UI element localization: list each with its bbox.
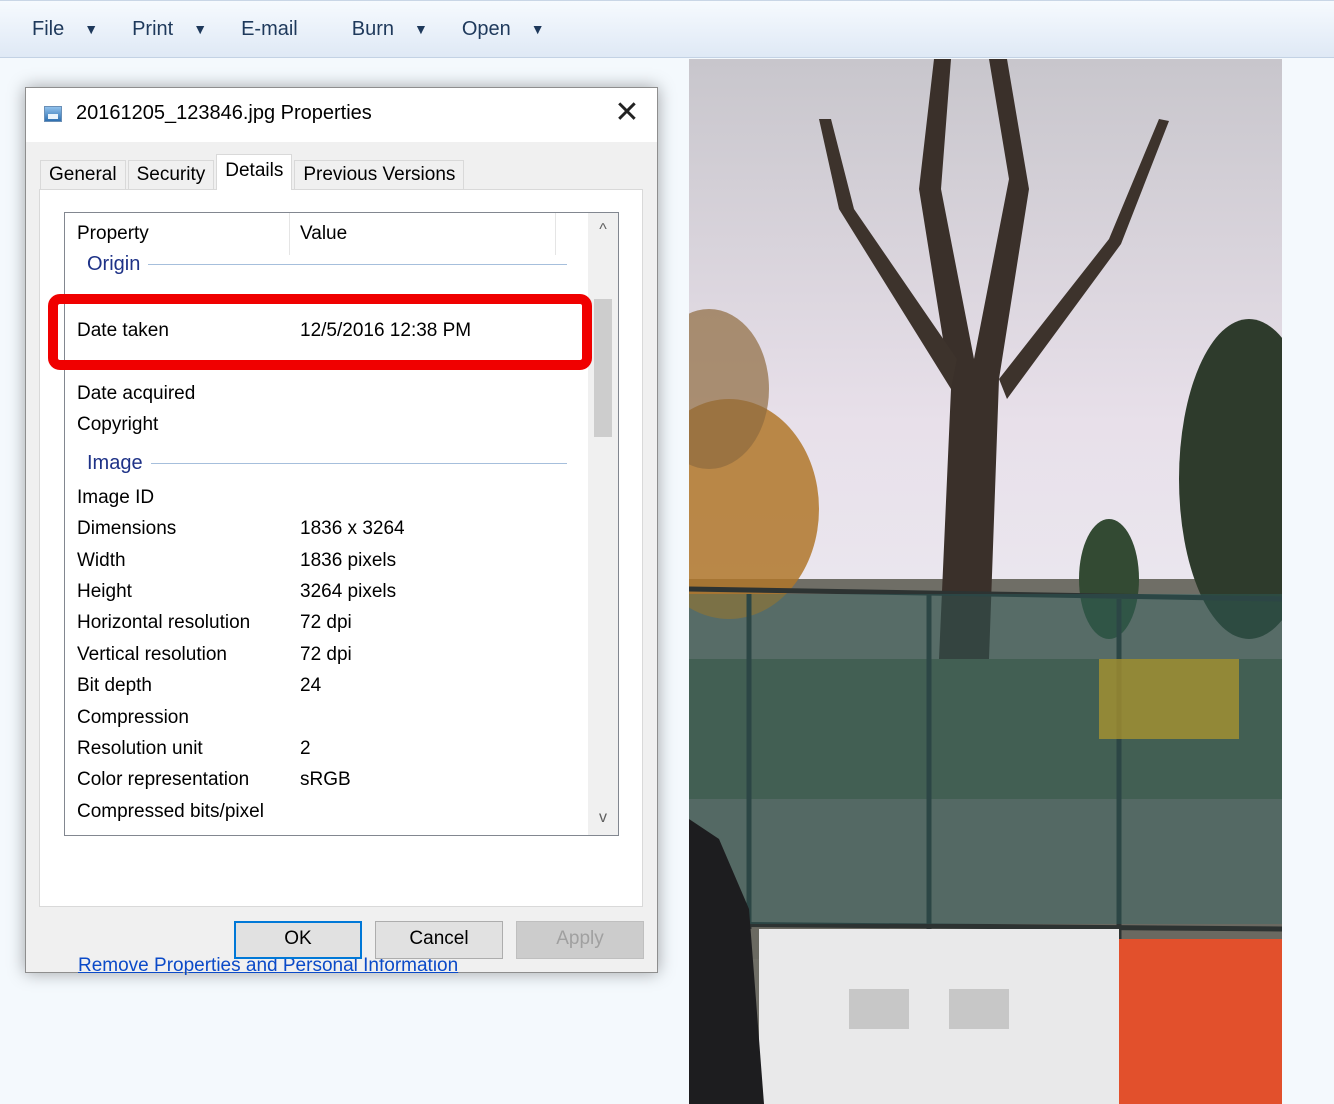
apply-button[interactable]: Apply <box>516 921 644 959</box>
open-menu-label: Open <box>461 17 511 40</box>
property-row[interactable]: Horizontal resolution 72 dpi <box>77 612 577 642</box>
property-row[interactable]: Color representation sRGB <box>77 769 577 799</box>
photo-scene <box>689 59 1282 1104</box>
property-name: Date acquired <box>77 383 196 404</box>
email-button[interactable]: E-mail <box>239 9 300 49</box>
property-name: Bit depth <box>77 675 152 696</box>
chevron-down-icon: ▼ <box>414 21 428 37</box>
property-value: 1836 pixels <box>300 550 397 571</box>
property-name: Image ID <box>77 487 155 508</box>
property-row[interactable]: Compressed bits/pixel <box>77 801 577 831</box>
property-row[interactable]: Image ID <box>77 487 577 517</box>
property-row[interactable]: Dimensions 1836 x 3264 <box>77 518 577 548</box>
photo-preview <box>689 59 1282 1104</box>
property-list[interactable]: Property Value Origin Date taken 12/5/20… <box>64 212 619 836</box>
property-value: 72 dpi <box>300 644 352 665</box>
dialog-titlebar: 20161205_123846.jpg Properties ✕ <box>26 88 657 142</box>
file-menu-button[interactable]: File ▼ <box>30 9 100 49</box>
property-row[interactable]: Height 3264 pixels <box>77 581 577 611</box>
property-row[interactable]: Resolution unit 2 <box>77 738 577 768</box>
column-header-property[interactable]: Property <box>77 223 149 245</box>
chevron-down-icon: ▼ <box>530 21 545 37</box>
burn-menu-button[interactable]: Burn ▼ <box>350 9 430 49</box>
tab-general[interactable]: General <box>40 160 126 190</box>
property-name: Dimensions <box>77 518 177 539</box>
property-row[interactable]: Compression <box>77 707 577 737</box>
property-row[interactable]: Bit depth 24 <box>77 675 577 705</box>
property-row[interactable]: Copyright <box>77 414 577 444</box>
property-value: 3264 pixels <box>300 581 397 602</box>
property-name: Height <box>77 581 132 602</box>
property-row[interactable]: Date acquired <box>77 383 577 413</box>
property-row[interactable]: Vertical resolution 72 dpi <box>77 644 577 674</box>
tab-security[interactable]: Security <box>127 160 215 190</box>
property-name: Color representation <box>77 769 250 790</box>
tab-strip: General Security Details Previous Versio… <box>40 154 466 190</box>
chevron-down-icon: ▼ <box>193 21 208 37</box>
group-image-label: Image <box>87 452 143 474</box>
group-origin: Origin <box>87 253 567 276</box>
property-name: Date taken <box>77 320 169 341</box>
property-value: 2 <box>300 738 311 759</box>
property-value: 72 dpi <box>300 612 352 633</box>
list-header: Property Value <box>65 213 585 255</box>
details-panel: Property Value Origin Date taken 12/5/20… <box>39 189 643 976</box>
image-file-icon <box>44 106 62 122</box>
close-button[interactable]: ✕ <box>611 98 643 130</box>
property-value: 12/5/2016 12:38 PM <box>300 320 472 341</box>
property-value: 1836 x 3264 <box>300 518 405 539</box>
property-name: Width <box>77 550 126 571</box>
property-value: sRGB <box>300 769 351 790</box>
ok-button[interactable]: OK <box>234 921 362 959</box>
property-name: Compression <box>77 707 189 728</box>
property-name: Resolution unit <box>77 738 203 759</box>
group-image: Image <box>87 452 567 475</box>
group-divider <box>150 463 567 464</box>
email-label: E-mail <box>241 17 298 40</box>
tab-details[interactable]: Details <box>216 154 293 190</box>
scroll-down-icon[interactable]: v <box>588 803 618 833</box>
column-divider[interactable] <box>555 213 556 255</box>
scrollbar-thumb[interactable] <box>594 299 612 437</box>
property-name: Copyright <box>77 414 159 435</box>
tab-previous-versions[interactable]: Previous Versions <box>294 160 465 190</box>
scroll-up-icon[interactable]: ^ <box>588 215 618 245</box>
vertical-scrollbar[interactable]: ^ v <box>588 213 618 835</box>
column-header-value[interactable]: Value <box>300 223 347 245</box>
command-bar: File ▼ Print ▼ E-mail Burn ▼ Open ▼ <box>0 0 1334 58</box>
print-menu-button[interactable]: Print ▼ <box>130 9 209 49</box>
file-menu-label: File <box>32 17 65 40</box>
cancel-button[interactable]: Cancel <box>375 921 503 959</box>
properties-dialog: 20161205_123846.jpg Properties ✕ General… <box>25 87 658 976</box>
property-row[interactable]: Width 1836 pixels <box>77 550 577 580</box>
property-name: Horizontal resolution <box>77 612 251 633</box>
dialog-title: 20161205_123846.jpg Properties <box>76 102 372 124</box>
open-menu-button[interactable]: Open ▼ <box>460 9 547 49</box>
column-divider[interactable] <box>289 213 290 255</box>
property-name: Compressed bits/pixel <box>77 801 264 822</box>
group-divider <box>148 264 567 265</box>
property-value: 24 <box>300 675 322 696</box>
property-name: Vertical resolution <box>77 644 227 665</box>
property-row[interactable]: Date taken 12/5/2016 12:38 PM <box>77 320 577 350</box>
group-origin-label: Origin <box>87 253 141 275</box>
burn-menu-label: Burn <box>351 17 394 40</box>
close-icon: ✕ <box>614 96 640 129</box>
chevron-down-icon: ▼ <box>84 21 99 37</box>
print-menu-label: Print <box>132 17 174 40</box>
